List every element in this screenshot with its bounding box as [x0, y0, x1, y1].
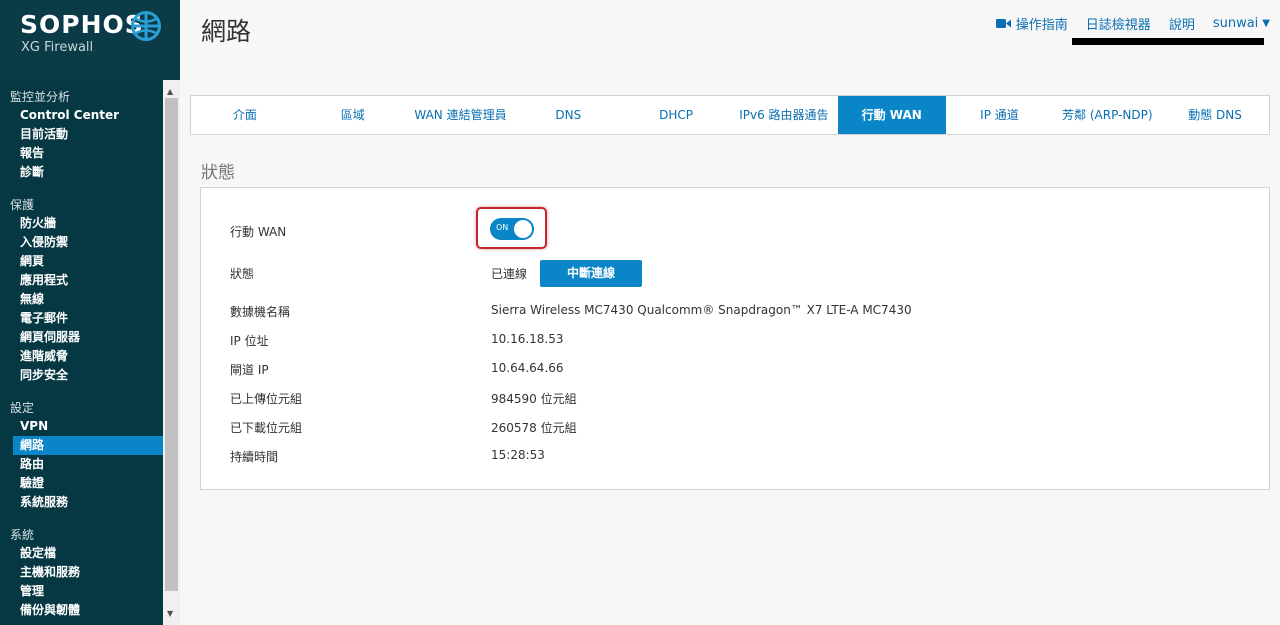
nav-group-monitor: 監控並分析 Control Center 目前活動 報告 診斷: [0, 88, 163, 182]
brand-name: SOPHOS: [20, 10, 144, 39]
user-menu[interactable]: sunwai ▼: [1213, 16, 1270, 31]
tab-neighbors[interactable]: 芳鄰 (ARP-NDP): [1053, 96, 1161, 134]
tab-dhcp[interactable]: DHCP: [622, 96, 730, 134]
sidebar-item-current-activity[interactable]: 目前活動: [0, 125, 163, 144]
section-title: 狀態: [201, 163, 235, 183]
tab-ip-tunnel[interactable]: IP 通道: [946, 96, 1054, 134]
nav-group-title: 監控並分析: [10, 90, 71, 104]
toggle-state-label: ON: [496, 223, 509, 232]
nav-group-configure: 設定 VPN 網路 路由 驗證 系統服務: [0, 399, 163, 512]
downloaded-bytes-value: 260578 位元組: [491, 421, 577, 435]
page-title: 網路: [201, 17, 252, 46]
redacted-bar: [1072, 38, 1264, 45]
sidebar-item-authentication[interactable]: 驗證: [0, 474, 163, 493]
sidebar-item-hosts-and-services[interactable]: 主機和服務: [0, 563, 163, 582]
sidebar-item-vpn[interactable]: VPN: [0, 417, 163, 436]
sidebar-item-routing[interactable]: 路由: [0, 455, 163, 474]
brand-product: XG Firewall: [21, 40, 94, 55]
sidebar-item-advanced-threat[interactable]: 進階威脅: [0, 347, 163, 366]
caret-down-icon: ▼: [1262, 18, 1270, 29]
disconnect-button[interactable]: 中斷連線: [540, 260, 642, 287]
nav-group-system: 系統 設定檔 主機和服務 管理 備份與韌體: [0, 526, 163, 620]
sidebar-item-network[interactable]: 網路: [13, 436, 163, 455]
nav-group-title: 系統: [10, 528, 35, 542]
sidebar-item-reports[interactable]: 報告: [0, 144, 163, 163]
modem-name-value: Sierra Wireless MC7430 Qualcomm® Snapdra…: [491, 303, 912, 317]
tab-dns[interactable]: DNS: [514, 96, 622, 134]
status-value: 已連線: [491, 267, 528, 281]
mobile-wan-toggle[interactable]: ON: [490, 218, 534, 240]
sidebar-nav: 監控並分析 Control Center 目前活動 報告 診斷 保護 防火牆 入…: [0, 88, 163, 625]
uploaded-bytes-value: 984590 位元組: [491, 392, 577, 406]
tab-mobile-wan[interactable]: 行動 WAN: [837, 96, 946, 134]
sidebar-item-control-center[interactable]: Control Center: [0, 106, 163, 125]
sidebar-scrollbar[interactable]: ▲ ▼: [163, 80, 180, 625]
gateway-ip-value: 10.64.64.66: [491, 361, 564, 375]
tab-ipv6-router-advertisement[interactable]: IPv6 路由器通告: [730, 96, 838, 134]
nav-group-protect: 保護 防火牆 入侵防禦 網頁 應用程式 無線 電子郵件 網頁伺服器 進階威脅 同…: [0, 196, 163, 385]
field-label: 已下載位元組: [230, 421, 303, 435]
field-label: 數據機名稱: [230, 305, 291, 319]
log-viewer-link[interactable]: 日誌檢視器: [1086, 14, 1151, 33]
tab-interfaces[interactable]: 介面: [191, 96, 299, 134]
nav-group-title: 保護: [10, 198, 35, 212]
sidebar-item-web-server[interactable]: 網頁伺服器: [0, 328, 163, 347]
sidebar-item-synchronized-security[interactable]: 同步安全: [0, 366, 163, 385]
sidebar-item-email[interactable]: 電子郵件: [0, 309, 163, 328]
mobile-wan-label: 行動 WAN: [230, 225, 287, 239]
tab-zones[interactable]: 區域: [299, 96, 407, 134]
sidebar-item-administration[interactable]: 管理: [0, 582, 163, 601]
top-links: 操作指南 日誌檢視器 說明 sunwai ▼: [978, 14, 1270, 33]
sidebar-item-web[interactable]: 網頁: [0, 252, 163, 271]
sidebar-item-applications[interactable]: 應用程式: [0, 271, 163, 290]
tab-bar: 介面 區域 WAN 連結管理員 DNS DHCP IPv6 路由器通告 行動 W…: [190, 95, 1270, 135]
sidebar-item-backup-firmware[interactable]: 備份與韌體: [0, 601, 163, 620]
status-label: 狀態: [230, 267, 255, 281]
tab-dynamic-dns[interactable]: 動態 DNS: [1161, 96, 1269, 134]
field-label: 閘道 IP: [230, 363, 269, 377]
help-link[interactable]: 說明: [1169, 14, 1195, 33]
brand-header[interactable]: SOPHOS XG Firewall: [0, 0, 180, 80]
sidebar-item-intrusion-prevention[interactable]: 入侵防禦: [0, 233, 163, 252]
guide-link[interactable]: 操作指南: [995, 14, 1068, 33]
sidebar-item-firewall[interactable]: 防火牆: [0, 214, 163, 233]
video-camera-icon: [995, 19, 1011, 28]
field-label: IP 位址: [230, 334, 269, 348]
field-label: 已上傳位元組: [230, 392, 303, 406]
duration-value: 15:28:53: [491, 448, 545, 462]
scroll-up-arrow-icon[interactable]: ▲: [167, 87, 173, 96]
toggle-highlight: ON: [476, 207, 547, 249]
sidebar: SOPHOS XG Firewall 監控並分析 Control Center …: [0, 0, 180, 625]
nav-group-title: 設定: [10, 401, 35, 415]
toggle-knob: [514, 220, 532, 238]
scroll-down-arrow-icon[interactable]: ▼: [167, 609, 173, 618]
scroll-thumb[interactable]: [165, 98, 178, 591]
sidebar-item-system-services[interactable]: 系統服務: [0, 493, 163, 512]
sidebar-item-profiles[interactable]: 設定檔: [0, 544, 163, 563]
sidebar-item-diagnostics[interactable]: 診斷: [0, 163, 163, 182]
ip-address-value: 10.16.18.53: [491, 332, 564, 346]
user-name: sunwai: [1212, 16, 1259, 31]
field-label: 持續時間: [230, 450, 279, 464]
status-panel: 行動 WAN ON 狀態 已連線 中斷連線 數據機名稱 Sierra Wirel…: [200, 187, 1270, 490]
sidebar-item-wireless[interactable]: 無線: [0, 290, 163, 309]
tab-wan-link-manager[interactable]: WAN 連結管理員: [407, 96, 515, 134]
sophos-globe-icon: [131, 11, 161, 41]
guide-link-label: 操作指南: [1015, 18, 1068, 33]
